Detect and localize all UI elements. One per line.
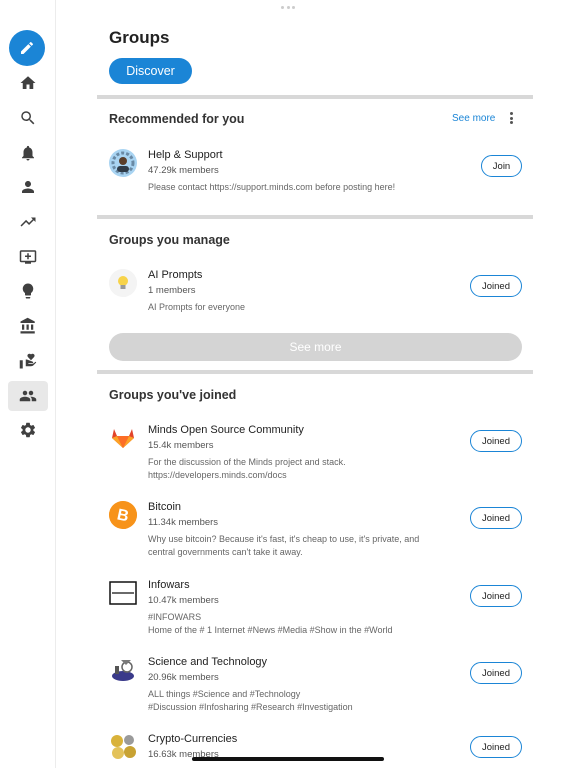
lightbulb-icon (109, 269, 137, 297)
lightbulb-icon (22, 283, 34, 299)
group-name[interactable]: Infowars (148, 579, 190, 591)
sidebar-item-wallet[interactable] (8, 311, 48, 341)
more-options-icon[interactable] (506, 110, 516, 126)
group-name[interactable]: Bitcoin (148, 501, 181, 513)
infowars-logo-icon (109, 579, 137, 607)
discover-button[interactable]: Discover (109, 58, 192, 84)
group-members: 1 members (148, 285, 196, 296)
group-description: Why use bitcoin? Because it's fast, it's… (148, 534, 420, 557)
group-description: AI Prompts for everyone (148, 302, 246, 312)
joined-button[interactable]: Joined (470, 585, 522, 607)
science-tech-icon (109, 656, 137, 684)
section-title-recommended: Recommended for you (109, 112, 245, 126)
section-divider (97, 370, 533, 374)
joined-button[interactable]: Joined (470, 662, 522, 684)
crypto-coins-icon (109, 733, 137, 761)
groups-icon (19, 390, 37, 402)
support-avatar-icon (109, 149, 137, 177)
drag-handle (281, 6, 295, 10)
group-members: 11.34k members (148, 517, 219, 528)
home-icon (20, 76, 36, 89)
group-name[interactable]: AI Prompts (148, 269, 202, 281)
hand-heart-icon (19, 353, 37, 369)
section-title-joined: Groups you've joined (109, 388, 237, 402)
home-indicator (192, 757, 384, 761)
group-item[interactable]: Crypto-Currencies 16.63k members Joined (109, 733, 523, 768)
group-members: 10.47k members (148, 595, 219, 606)
group-members: 47.29k members (148, 165, 219, 176)
search-icon (21, 111, 35, 125)
sidebar-item-groups[interactable] (8, 381, 48, 411)
pencil-icon (21, 41, 34, 54)
bitcoin-icon: B (109, 501, 137, 529)
gitlab-fox-icon (109, 424, 137, 452)
see-more-link[interactable]: See more (452, 113, 495, 124)
group-description: Please contact https://support.minds.com… (148, 182, 396, 192)
person-icon (22, 181, 34, 193)
bank-icon (20, 317, 35, 334)
tv-plus-icon (19, 250, 37, 264)
group-name[interactable]: Crypto-Currencies (148, 733, 237, 745)
sidebar-item-tv[interactable] (8, 242, 48, 272)
sidebar (0, 0, 56, 768)
sidebar-item-ideas[interactable] (8, 276, 48, 306)
joined-button[interactable]: Joined (470, 275, 522, 297)
group-members: 20.96k members (148, 672, 219, 683)
section-divider (97, 95, 533, 99)
compose-button[interactable] (9, 30, 45, 66)
group-name[interactable]: Science and Technology (148, 656, 267, 668)
trending-icon (20, 217, 36, 227)
bell-icon (22, 145, 34, 161)
sidebar-item-settings[interactable] (8, 415, 48, 445)
group-description: For the discussion of the Minds project … (148, 457, 346, 480)
group-description: #INFOWARS Home of the # 1 Internet #News… (148, 612, 393, 635)
join-button[interactable]: Join (481, 155, 522, 177)
sidebar-item-trending[interactable] (8, 207, 48, 237)
joined-button[interactable]: Joined (470, 430, 522, 452)
group-name[interactable]: Minds Open Source Community (148, 424, 304, 436)
joined-button[interactable]: Joined (470, 507, 522, 529)
joined-button[interactable]: Joined (470, 736, 522, 758)
group-description: ALL things #Science and #Technology #Dis… (148, 689, 353, 712)
sidebar-item-supermind[interactable] (8, 346, 48, 376)
sidebar-item-home[interactable] (8, 68, 48, 98)
group-members: 15.4k members (148, 440, 214, 451)
gear-icon (20, 422, 36, 438)
sidebar-item-notifications[interactable] (8, 138, 48, 168)
section-title-manage: Groups you manage (109, 233, 230, 247)
section-divider (97, 215, 533, 219)
see-more-button[interactable]: See more (109, 333, 522, 361)
sidebar-item-profile[interactable] (8, 172, 48, 202)
sidebar-item-search[interactable] (8, 103, 48, 133)
group-name[interactable]: Help & Support (148, 149, 223, 161)
page-title: Groups (109, 28, 170, 47)
